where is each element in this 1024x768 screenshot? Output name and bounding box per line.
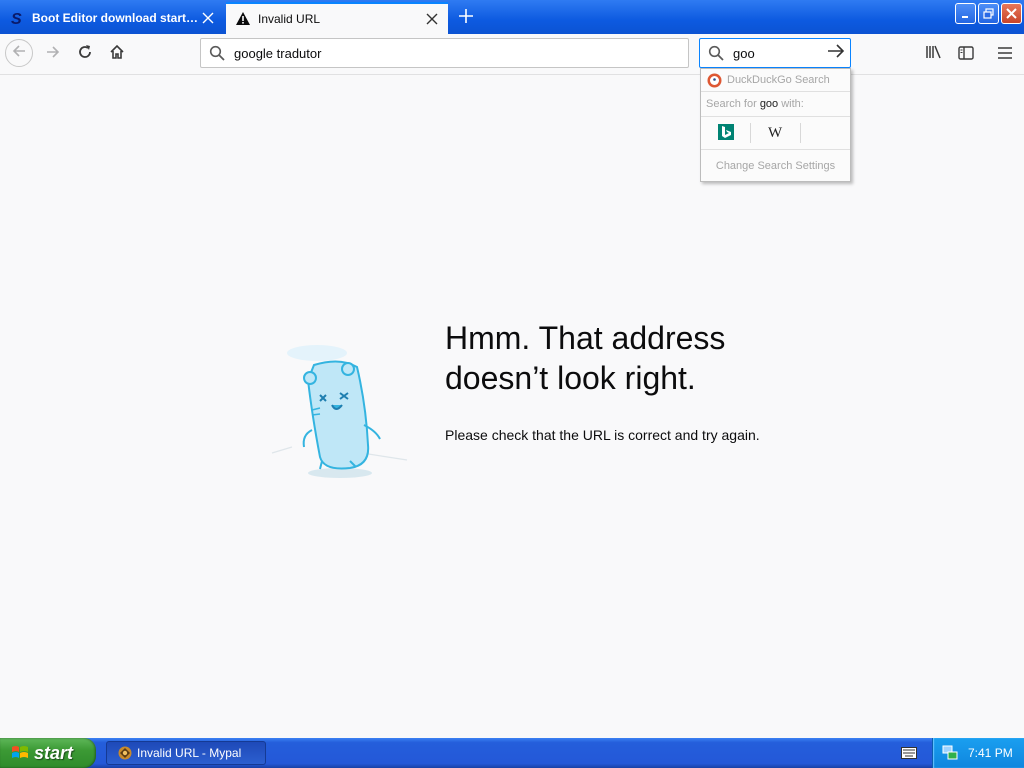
close-tab-icon[interactable] <box>198 8 218 28</box>
search-suggestions-popup: DuckDuckGo Search Search for goo with: W… <box>700 68 851 182</box>
svg-text:W: W <box>768 125 783 140</box>
windows-logo-icon <box>10 743 30 763</box>
close-window-button[interactable] <box>1001 3 1022 24</box>
wikipedia-icon: W <box>767 124 785 143</box>
reload-button[interactable] <box>71 40 99 68</box>
taskbar: start Invalid URL - Mypal 7:41 PM <box>0 738 1024 768</box>
back-button[interactable] <box>5 39 33 67</box>
minimize-icon <box>961 4 971 23</box>
clock[interactable]: 7:41 PM <box>968 746 1013 760</box>
tab-strip: S Boot Editor download starting... Inval… <box>0 0 1024 34</box>
keyboard-icon[interactable] <box>900 745 918 761</box>
search-for-suffix: with: <box>778 98 804 110</box>
restore-button[interactable] <box>978 3 999 24</box>
library-icon <box>925 44 943 64</box>
search-icon <box>705 42 727 64</box>
sidebar-icon <box>958 45 974 64</box>
start-label: start <box>34 742 74 763</box>
error-description: Please check that the URL is correct and… <box>445 427 760 443</box>
confused-hamster-illustration <box>262 335 412 485</box>
tab-title: Boot Editor download starting... <box>32 11 198 25</box>
close-icon <box>1006 4 1017 23</box>
system-tray: 7:41 PM <box>932 738 1024 768</box>
home-button[interactable] <box>103 40 131 68</box>
search-for-prefix: Search for <box>706 98 760 110</box>
search-bar[interactable]: goo <box>699 38 851 68</box>
url-bar[interactable]: google tradutor <box>200 38 689 68</box>
default-engine-header[interactable]: DuckDuckGo Search <box>701 69 850 92</box>
taskbar-item-label: Invalid URL - Mypal <box>137 746 242 760</box>
bing-engine-button[interactable] <box>701 123 751 143</box>
default-engine-label: DuckDuckGo Search <box>727 74 830 86</box>
arrow-right-icon <box>45 44 61 64</box>
search-for-header: Search for goo with: <box>701 92 850 117</box>
one-off-engines: W <box>701 117 850 150</box>
url-input-value: google tradutor <box>234 45 322 61</box>
network-icon[interactable] <box>941 744 959 762</box>
library-button[interactable] <box>920 40 948 68</box>
warning-triangle-icon <box>234 10 252 28</box>
sidebar-button[interactable] <box>952 40 980 68</box>
minimize-button[interactable] <box>955 3 976 24</box>
tab-title: Invalid URL <box>258 12 321 26</box>
wikipedia-engine-button[interactable]: W <box>751 123 801 143</box>
plus-icon <box>459 8 473 27</box>
mypal-browser-icon <box>117 745 133 761</box>
hamburger-menu-icon <box>997 45 1013 64</box>
error-title: Hmm. That address doesn’t look right. <box>445 320 726 396</box>
search-input-value: goo <box>733 45 755 61</box>
search-term: goo <box>759 98 779 110</box>
close-tab-icon[interactable] <box>422 9 442 29</box>
duckduckgo-icon <box>707 73 722 88</box>
arrow-right-icon <box>827 43 845 63</box>
bing-icon <box>717 123 734 143</box>
start-button[interactable]: start <box>0 738 96 768</box>
svg-text:S: S <box>11 11 22 26</box>
menu-button[interactable] <box>991 40 1019 68</box>
new-tab-button[interactable] <box>454 5 478 29</box>
search-icon <box>206 42 228 64</box>
search-go-button[interactable] <box>826 43 846 63</box>
softonic-s-icon: S <box>8 9 26 27</box>
home-icon <box>109 44 125 64</box>
arrow-left-icon <box>11 43 27 63</box>
tab-invalid-url[interactable]: Invalid URL <box>226 2 448 34</box>
change-search-settings-button[interactable]: Change Search Settings <box>701 150 850 182</box>
navigation-toolbar: google tradutor goo <box>0 34 1024 75</box>
change-search-settings-label: Change Search Settings <box>715 160 836 172</box>
taskbar-item-mypal[interactable]: Invalid URL - Mypal <box>106 741 266 765</box>
reload-icon <box>77 44 93 64</box>
restore-icon <box>983 4 994 23</box>
tab-boot-editor[interactable]: S Boot Editor download starting... <box>0 2 224 34</box>
forward-button[interactable] <box>39 40 67 68</box>
